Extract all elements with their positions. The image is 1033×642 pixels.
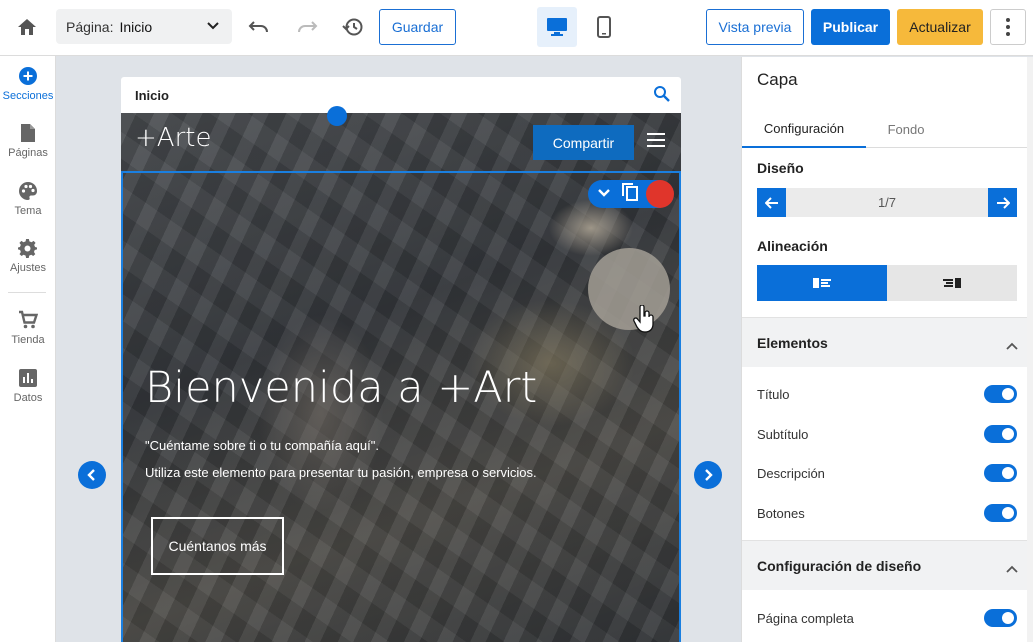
redo-icon[interactable] <box>292 12 322 42</box>
undo-icon[interactable] <box>244 12 274 42</box>
toggle-row-title: Título <box>757 382 1017 406</box>
update-button[interactable]: Actualizar <box>897 9 983 45</box>
preview-page-bar: Inicio <box>121 77 681 113</box>
preview-button[interactable]: Vista previa <box>706 9 804 45</box>
rail-item-settings[interactable]: Ajustes <box>0 237 56 274</box>
toggle-row-full-page: Página completa <box>757 606 1017 630</box>
left-rail: Secciones Páginas Tema Ajustes Tienda Da… <box>0 56 56 642</box>
cart-icon <box>17 309 39 331</box>
rail-item-label: Secciones <box>2 90 54 102</box>
share-button[interactable]: Compartir <box>533 125 634 160</box>
palette-icon <box>17 180 39 202</box>
alignment-toggle-group <box>757 265 1017 301</box>
rail-item-label: Ajustes <box>9 262 47 274</box>
design-counter: 1/7 <box>877 195 897 210</box>
align-right-icon[interactable] <box>887 265 1017 301</box>
rail-item-label: Páginas <box>8 147 48 159</box>
toggle-row-description: Descripción <box>757 461 1017 485</box>
buttons-toggle[interactable] <box>984 504 1017 522</box>
panel-title: Capa <box>757 70 798 89</box>
align-left-icon[interactable] <box>757 265 887 301</box>
full-page-toggle[interactable] <box>984 609 1017 627</box>
plus-circle-icon <box>17 65 39 87</box>
panel-tabs: Configuración Fondo <box>742 111 1033 148</box>
toggle-label: Botones <box>757 505 805 521</box>
rail-item-theme[interactable]: Tema <box>0 180 56 217</box>
tab-background[interactable]: Fondo <box>866 111 946 148</box>
elements-section-title: Elementos <box>757 334 828 351</box>
rail-item-store[interactable]: Tienda <box>0 309 56 346</box>
hamburger-menu-icon[interactable] <box>647 133 665 147</box>
design-stepper: 1/7 <box>757 188 1017 217</box>
section-drag-handle[interactable] <box>327 106 347 126</box>
toggle-row-buttons: Botones <box>757 501 1017 525</box>
toggle-row-subtitle: Subtítulo <box>757 422 1017 446</box>
toggle-label: Descripción <box>757 465 825 481</box>
layout-settings-header[interactable]: Configuración de diseño <box>742 540 1033 590</box>
panel-scrollbar[interactable] <box>1027 57 1033 642</box>
chevron-up-icon[interactable] <box>1006 560 1018 576</box>
title-toggle[interactable] <box>984 385 1017 403</box>
next-slide-button[interactable] <box>694 461 722 489</box>
duplicate-icon[interactable] <box>622 182 638 206</box>
toggle-label: Subtítulo <box>757 426 809 442</box>
editor-canvas: Inicio +Arte Compartir Bienvenida a +Art… <box>57 57 741 642</box>
elements-section-header[interactable]: Elementos <box>742 317 1033 367</box>
rail-divider <box>8 292 46 293</box>
top-toolbar: Página: Inicio Guardar Vista previa Publ… <box>0 0 1033 56</box>
chevron-down-icon[interactable] <box>598 185 610 203</box>
preview-page-name: Inicio <box>135 87 169 103</box>
toggle-label: Página completa <box>757 610 854 626</box>
mobile-view-icon[interactable] <box>588 7 620 47</box>
rail-item-data[interactable]: Datos <box>0 367 56 404</box>
page-selector-value: Inicio <box>119 18 153 35</box>
chevron-down-icon <box>206 19 220 36</box>
chevron-up-icon[interactable] <box>1006 337 1018 353</box>
search-icon[interactable] <box>653 85 671 106</box>
page-icon <box>17 122 39 144</box>
page-selector[interactable]: Página: Inicio <box>56 9 232 44</box>
home-icon[interactable] <box>13 13 41 41</box>
rail-item-sections[interactable]: Secciones <box>0 65 56 102</box>
alignment-label: Alineación <box>757 238 828 254</box>
rail-item-label: Tema <box>14 205 42 217</box>
more-options-icon[interactable] <box>990 9 1026 45</box>
hero-subtitle[interactable]: "Cuéntame sobre ti o tu compañía aquí". <box>145 438 379 453</box>
description-toggle[interactable] <box>984 464 1017 482</box>
history-icon[interactable] <box>338 12 368 42</box>
save-button[interactable]: Guardar <box>379 9 456 45</box>
hand-cursor-icon <box>633 304 655 338</box>
prev-slide-button[interactable] <box>78 461 106 489</box>
tab-configuration[interactable]: Configuración <box>742 111 866 148</box>
desktop-view-icon[interactable] <box>537 7 577 47</box>
hero-section[interactable]: +Arte Compartir Bienvenida a +Art "Cuént… <box>121 113 681 642</box>
arrow-left-icon[interactable] <box>757 188 786 217</box>
section-toolbar <box>588 180 674 208</box>
delete-section-icon[interactable] <box>646 180 674 208</box>
arrow-right-icon[interactable] <box>988 188 1017 217</box>
site-logo[interactable]: +Arte <box>135 123 211 153</box>
page-selector-label: Página: <box>66 18 114 35</box>
publish-button[interactable]: Publicar <box>811 9 890 45</box>
hero-cta-button[interactable]: Cuéntanos más <box>151 517 284 575</box>
hero-title[interactable]: Bienvenida a +Art <box>145 363 537 413</box>
rail-item-label: Tienda <box>11 334 45 346</box>
toggle-label: Título <box>757 386 790 402</box>
design-label: Diseño <box>757 160 804 176</box>
rail-item-pages[interactable]: Páginas <box>0 122 56 159</box>
layout-settings-title: Configuración de diseño <box>757 557 922 574</box>
properties-panel: Capa Configuración Fondo Diseño 1/7 Alin… <box>741 57 1033 642</box>
rail-item-label: Datos <box>13 392 43 404</box>
hero-description[interactable]: Utiliza este elemento para presentar tu … <box>145 465 537 480</box>
gear-icon <box>17 237 39 259</box>
chart-icon <box>17 367 39 389</box>
subtitle-toggle[interactable] <box>984 425 1017 443</box>
